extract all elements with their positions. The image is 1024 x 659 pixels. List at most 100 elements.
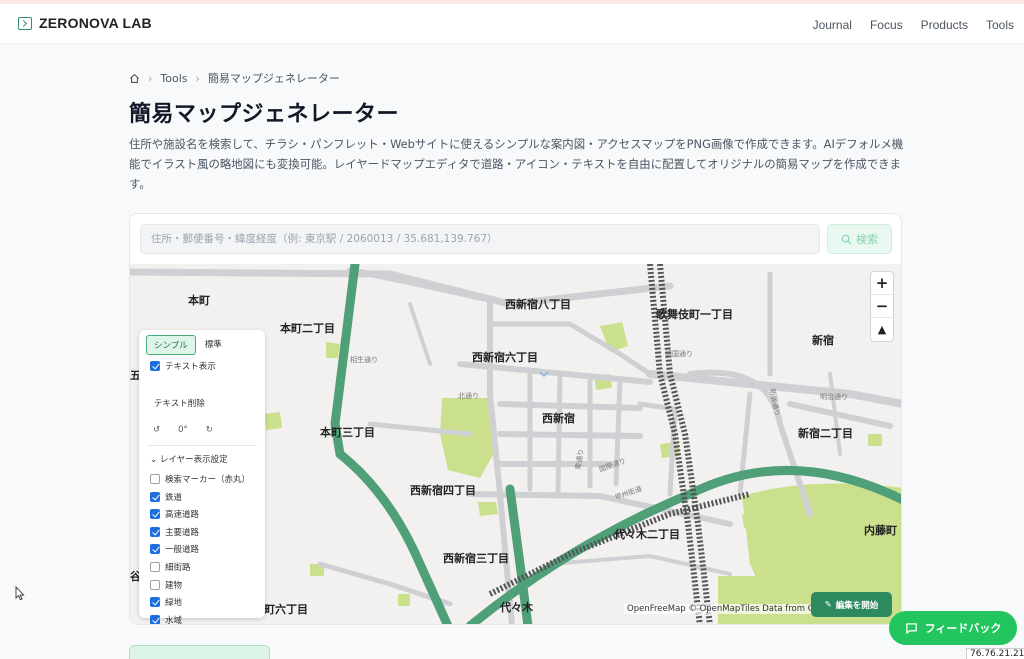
checkbox[interactable] (150, 526, 160, 537)
layer-label: 水域 (165, 615, 183, 625)
road-label: 明治通り (820, 392, 848, 401)
map-label-honmachi3: 本町三丁目 (320, 425, 375, 439)
compass-reset-button[interactable]: ▲ (871, 318, 893, 341)
map-label-nishishinjuku4: 西新宿四丁目 (410, 483, 476, 497)
text-delete-button[interactable]: テキスト削除 (154, 397, 205, 409)
checkbox[interactable] (150, 562, 160, 572)
zoom-control: + − ▲ (870, 271, 894, 342)
breadcrumb: › Tools › 簡易マップジェネレーター (129, 70, 340, 86)
search-input[interactable] (140, 224, 820, 254)
layer-label: 一般道路 (165, 545, 200, 556)
checkbox[interactable] (150, 544, 160, 555)
divider (147, 445, 257, 446)
map-label-nishishinjuku8: 西新宿八丁目 (505, 297, 571, 311)
layer-label: 鉄道 (165, 492, 183, 503)
breadcrumb-tools[interactable]: Tools (160, 72, 187, 85)
road-label: 国際通り (598, 456, 627, 474)
map-generator-card: 検索 (129, 213, 902, 625)
checkbox[interactable] (150, 579, 160, 590)
layer-label: 検索マーカー（赤丸） (165, 475, 251, 485)
checkbox[interactable] (150, 491, 160, 502)
layer-toggle[interactable]: 水域 (150, 614, 183, 625)
layer-label: 建物 (165, 580, 183, 591)
chevron-right-icon: › (195, 71, 200, 85)
nav-products[interactable]: Products (921, 18, 968, 32)
layer-settings-label: レイヤー表示設定 (159, 455, 228, 465)
map-canvas[interactable]: 本町 本町二丁目 本町三丁目 西新宿八丁目 西新宿六丁目 西新宿 西新宿四丁目 … (130, 264, 901, 624)
map-attribution[interactable]: OpenFreeMap © OpenMapTiles Data from O (624, 604, 818, 614)
map-label-nishishinjuku: 西新宿 (542, 411, 575, 425)
feedback-button[interactable]: フィードバック (889, 611, 1017, 645)
chevron-right-icon: › (148, 71, 153, 85)
search-button[interactable]: 検索 (827, 224, 892, 254)
mode-standard-button[interactable]: 標準 (198, 335, 229, 355)
mode-simple-button[interactable]: シンプル (146, 335, 196, 355)
bottom-hint-text (285, 653, 705, 659)
layer-settings-toggle[interactable]: ⌄ レイヤー表示設定 (150, 453, 228, 465)
mode-toggle: シンプル 標準 (146, 335, 229, 355)
checkbox[interactable] (150, 509, 160, 520)
map-label-nishishinjuku3: 西新宿三丁目 (443, 551, 509, 565)
rotate-right-icon[interactable]: ↻ (206, 425, 213, 435)
park-area (265, 412, 282, 430)
download-png-button[interactable] (129, 645, 270, 659)
layer-label: 緑地 (165, 598, 183, 609)
search-bar: 検索 (140, 224, 892, 254)
feedback-label: フィードバック (924, 622, 1002, 635)
road-label: 相生通り (350, 355, 378, 364)
nav-tools[interactable]: Tools (986, 18, 1014, 32)
map-label-kabukicho1: 歌舞伎町一丁目 (656, 307, 733, 321)
layer-toggle[interactable]: 細街路 (150, 561, 191, 573)
layer-label: 細街路 (165, 563, 191, 573)
map-label-shinjuku2: 新宿二丁目 (798, 426, 853, 440)
park-area (398, 594, 410, 606)
checkbox[interactable] (150, 474, 160, 484)
park-area (718, 576, 778, 624)
checkbox[interactable] (150, 597, 160, 608)
map-label-yoyogi2: 代々木二丁目 (613, 527, 680, 541)
chat-bubble-icon (905, 622, 917, 634)
layer-toggle[interactable]: 一般道路 (150, 543, 199, 555)
brand-logo[interactable]: ZERONOVA LAB (18, 15, 152, 31)
road-label: 東通り (573, 448, 586, 470)
nav-journal[interactable]: Journal (813, 18, 852, 32)
home-icon[interactable] (129, 73, 140, 84)
layer-toggle[interactable]: 緑地 (150, 596, 182, 608)
text-display-toggle[interactable]: テキスト表示 (150, 360, 216, 372)
map-settings-panel: シンプル 標準 テキスト表示 テキスト削除 ↺ 0° ↻ ⌄ レイヤー表示設定 … (139, 330, 265, 624)
rotation-control: ↺ 0° ↻ (153, 425, 213, 435)
layer-toggle[interactable]: 主要道路 (150, 526, 199, 538)
ip-address: 76.76.21.21 (966, 648, 1024, 659)
brand-name: ZERONOVA LAB (39, 15, 152, 31)
text-display-label: テキスト表示 (165, 362, 216, 372)
layer-toggle[interactable]: 鉄道 (150, 491, 182, 503)
zoom-out-button[interactable]: − (871, 295, 893, 318)
park-area (326, 342, 340, 358)
checkbox[interactable] (150, 614, 160, 624)
park-area (742, 512, 760, 528)
map-label-honmachi6: 町六丁目 (264, 602, 308, 616)
layer-toggle[interactable]: 検索マーカー（赤丸） (150, 473, 250, 485)
zoom-in-button[interactable]: + (871, 272, 893, 295)
rotate-left-icon[interactable]: ↺ (153, 425, 160, 435)
layer-label: 主要道路 (165, 527, 200, 538)
breadcrumb-current: 簡易マップジェネレーター (207, 72, 340, 85)
map-label-naitomachi: 内藤町 (864, 523, 897, 537)
search-icon (841, 234, 852, 244)
map-label-honmachi2: 本町二丁目 (280, 321, 335, 335)
pencil-icon: ✎ (824, 599, 832, 610)
chevron-down-icon: ⌄ (150, 455, 158, 465)
rotation-value: 0° (178, 425, 188, 435)
page-title: 簡易マップジェネレーター (129, 102, 400, 127)
layer-toggle[interactable]: 高速道路 (150, 508, 199, 520)
checkbox[interactable] (150, 361, 160, 371)
map-label-honmachi: 本町 (188, 293, 210, 307)
mouse-cursor-icon (15, 586, 25, 601)
layer-label: 高速道路 (165, 510, 200, 521)
nav-focus[interactable]: Focus (870, 18, 903, 32)
road-label: 北通り (458, 391, 479, 400)
terminal-icon (18, 16, 32, 30)
start-edit-button[interactable]: ✎ 編集を開始 (811, 592, 892, 617)
layer-toggle[interactable]: 建物 (150, 579, 182, 591)
map-label-yoyogi: 代々木 (499, 600, 534, 614)
